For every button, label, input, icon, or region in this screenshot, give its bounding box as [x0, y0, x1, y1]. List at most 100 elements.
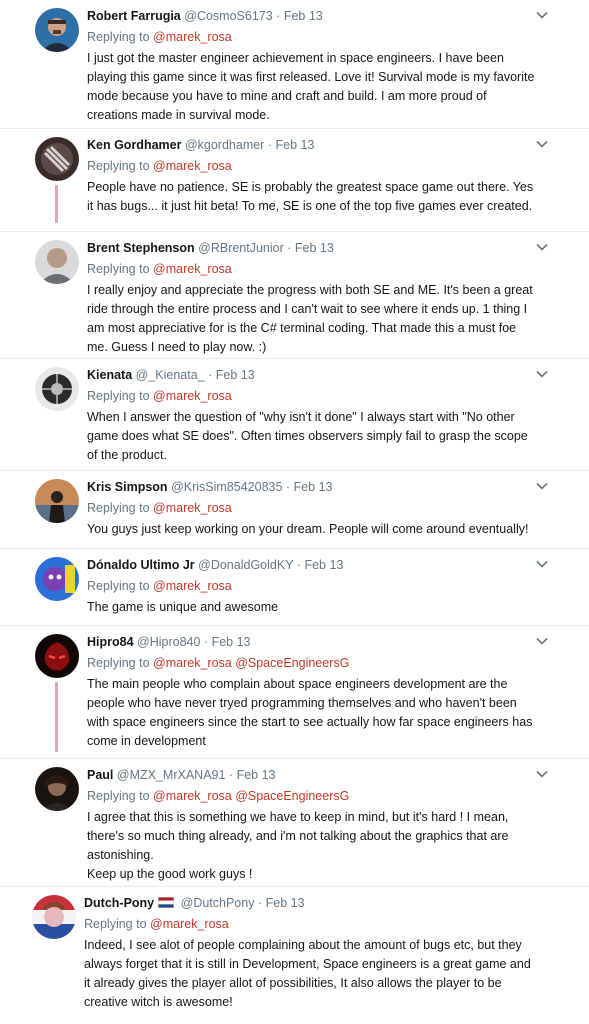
user-handle[interactable]: @Hipro840	[137, 635, 200, 649]
tweet-paragraph: When I answer the question of "why isn't…	[87, 410, 528, 462]
mention-link[interactable]: @SpaceEngineersG	[235, 789, 349, 803]
thread-line	[55, 185, 58, 223]
thread-line	[55, 682, 58, 752]
tweet-paragraph: You guys just keep working on your dream…	[87, 522, 529, 536]
replying-to: Replying to @marek_rosa	[87, 500, 539, 516]
separator-dot: ·	[287, 241, 292, 255]
display-name[interactable]: Ken Gordhamer	[87, 138, 181, 152]
tweet-text: I agree that this is something we have t…	[87, 808, 539, 884]
chevron-down-icon[interactable]	[535, 240, 549, 254]
display-name[interactable]: Dónaldo Ultimo Jr	[87, 558, 195, 572]
separator-dot: ·	[208, 368, 213, 382]
mention-link[interactable]: @marek_rosa	[150, 917, 229, 931]
replying-to: Replying to @marek_rosa	[87, 29, 539, 45]
avatar[interactable]	[35, 137, 79, 181]
display-name[interactable]: Hipro84	[87, 635, 134, 649]
chevron-down-icon[interactable]	[535, 479, 549, 493]
netherlands-flag-icon	[158, 897, 175, 908]
replying-to: Replying to @marek_rosa	[87, 388, 539, 404]
replying-to-label: Replying to	[87, 159, 150, 173]
tweet-paul[interactable]: Paul @MZX_MrXANA91 · Feb 13 Replying to …	[0, 759, 589, 887]
avatar[interactable]	[35, 479, 79, 523]
tweet-date[interactable]: Feb 13	[266, 896, 305, 910]
tweet-paragraph: People have no patience. SE is probably …	[87, 180, 534, 213]
chevron-down-icon[interactable]	[535, 137, 549, 151]
mention-link[interactable]: @marek_rosa	[153, 262, 232, 276]
tweet-kris-simpson[interactable]: Kris Simpson @KrisSim85420835 · Feb 13 R…	[0, 471, 589, 549]
avatar[interactable]	[35, 367, 79, 411]
avatar[interactable]	[35, 767, 79, 811]
tweet-date[interactable]: Feb 13	[284, 9, 323, 23]
tweet-paragraph: Keep up the good work guys !	[87, 867, 253, 881]
tweet-date[interactable]: Feb 13	[304, 558, 343, 572]
avatar[interactable]	[35, 240, 79, 284]
user-handle[interactable]: @CosmoS6173	[184, 9, 272, 23]
tweet-text: The main people who complain about space…	[87, 675, 539, 751]
tweet-donaldo-ultimo-jr[interactable]: Dónaldo Ultimo Jr @DonaldGoldKY · Feb 13…	[0, 549, 589, 626]
mention-link[interactable]: @SpaceEngineersG	[235, 656, 349, 670]
tweet-text: People have no patience. SE is probably …	[87, 178, 539, 216]
tweet-date[interactable]: Feb 13	[216, 368, 255, 382]
replying-to-label: Replying to	[87, 30, 150, 44]
mention-link[interactable]: @marek_rosa	[153, 159, 232, 173]
tweet-robert-farrugia[interactable]: Robert Farrugia @CosmoS6173 · Feb 13 Rep…	[0, 0, 589, 129]
chevron-down-icon[interactable]	[535, 367, 549, 381]
replying-to-label: Replying to	[87, 789, 150, 803]
tweet-paragraph: The main people who complain about space…	[87, 677, 533, 748]
mention-link[interactable]: @marek_rosa	[153, 30, 232, 44]
user-handle[interactable]: @MZX_MrXANA91	[117, 768, 226, 782]
avatar[interactable]	[35, 557, 79, 601]
tweet-header: Paul @MZX_MrXANA91 · Feb 13	[87, 767, 539, 783]
avatar[interactable]	[35, 8, 79, 52]
chevron-down-icon[interactable]	[535, 767, 549, 781]
mention-link[interactable]: @marek_rosa	[153, 789, 232, 803]
chevron-down-icon[interactable]	[535, 634, 549, 648]
replying-to: Replying to @marek_rosa @SpaceEngineersG	[87, 655, 539, 671]
tweet-text: You guys just keep working on your dream…	[87, 520, 539, 539]
separator-dot: ·	[276, 9, 281, 23]
tweet-header: Brent Stephenson @RBrentJunior · Feb 13	[87, 240, 539, 256]
display-name[interactable]: Robert Farrugia	[87, 9, 181, 23]
replying-to-label: Replying to	[87, 389, 150, 403]
tweet-text: When I answer the question of "why isn't…	[87, 408, 539, 465]
mention-link[interactable]: @marek_rosa	[153, 656, 232, 670]
tweet-date[interactable]: Feb 13	[237, 768, 276, 782]
tweet-kienata[interactable]: Kienata @_Kienata_ · Feb 13 Replying to …	[0, 359, 589, 471]
tweet-hipro84[interactable]: Hipro84 @Hipro840 · Feb 13 Replying to @…	[0, 626, 589, 759]
tweet-header: Kris Simpson @KrisSim85420835 · Feb 13	[87, 479, 539, 495]
tweet-ken-gordhamer[interactable]: Ken Gordhamer @kgordhamer · Feb 13 Reply…	[0, 129, 589, 232]
user-handle[interactable]: @_Kienata_	[136, 368, 205, 382]
tweet-header: Robert Farrugia @CosmoS6173 · Feb 13	[87, 8, 539, 24]
tweet-dutch-pony[interactable]: Dutch-Pony @DutchPony · Feb 13 Replying …	[0, 887, 589, 1024]
mention-link[interactable]: @marek_rosa	[153, 501, 232, 515]
avatar[interactable]	[32, 895, 76, 939]
tweet-date[interactable]: Feb 13	[275, 138, 314, 152]
tweet-brent-stephenson[interactable]: Brent Stephenson @RBrentJunior · Feb 13 …	[0, 232, 589, 359]
avatar[interactable]	[35, 634, 79, 678]
tweet-date[interactable]: Feb 13	[212, 635, 251, 649]
display-name[interactable]: Paul	[87, 768, 113, 782]
replying-to-label: Replying to	[87, 579, 150, 593]
user-handle[interactable]: @DonaldGoldKY	[198, 558, 293, 572]
display-name[interactable]: Dutch-Pony	[84, 896, 154, 910]
replying-to: Replying to @marek_rosa	[87, 261, 539, 277]
replying-to: Replying to @marek_rosa	[87, 578, 539, 594]
user-handle[interactable]: @KrisSim85420835	[171, 480, 282, 494]
tweet-header: Ken Gordhamer @kgordhamer · Feb 13	[87, 137, 539, 153]
display-name[interactable]: Brent Stephenson	[87, 241, 195, 255]
display-name[interactable]: Kris Simpson	[87, 480, 168, 494]
separator-dot: ·	[267, 138, 272, 152]
chevron-down-icon[interactable]	[535, 8, 549, 22]
tweet-paragraph: I agree that this is something we have t…	[87, 810, 509, 862]
chevron-down-icon[interactable]	[535, 557, 549, 571]
user-handle[interactable]: @kgordhamer	[185, 138, 264, 152]
mention-link[interactable]: @marek_rosa	[153, 579, 232, 593]
replying-to-label: Replying to	[87, 262, 150, 276]
user-handle[interactable]: @DutchPony	[181, 896, 255, 910]
mention-link[interactable]: @marek_rosa	[153, 389, 232, 403]
tweet-date[interactable]: Feb 13	[295, 241, 334, 255]
tweet-date[interactable]: Feb 13	[294, 480, 333, 494]
user-handle[interactable]: @RBrentJunior	[198, 241, 284, 255]
replying-to: Replying to @marek_rosa @SpaceEngineersG	[87, 788, 539, 804]
display-name[interactable]: Kienata	[87, 368, 132, 382]
